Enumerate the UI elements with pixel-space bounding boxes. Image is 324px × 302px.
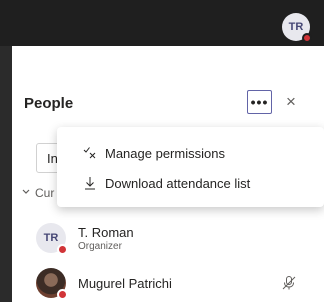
presence-busy-icon bbox=[57, 244, 68, 255]
menu-item-label: Manage permissions bbox=[105, 145, 225, 161]
user-avatar[interactable]: TR bbox=[282, 13, 312, 43]
more-options-button[interactable]: ••• bbox=[247, 90, 272, 114]
panel-title: People bbox=[24, 95, 74, 112]
participant-row[interactable]: TR T. Roman Organizer bbox=[36, 221, 134, 255]
participant-role: Organizer bbox=[78, 240, 122, 252]
mic-off-icon bbox=[281, 275, 297, 291]
menu-item-download-attendance[interactable]: Download attendance list bbox=[57, 168, 324, 198]
avatar: TR bbox=[36, 223, 68, 255]
presence-busy-icon bbox=[57, 289, 68, 300]
avatar-initials: TR bbox=[43, 232, 59, 244]
more-icon: ••• bbox=[250, 94, 269, 110]
section-header-current[interactable]: Cur bbox=[35, 186, 54, 200]
app-rail bbox=[0, 46, 12, 302]
participant-row[interactable]: Mugurel Patrichi bbox=[36, 266, 172, 300]
check-x-icon bbox=[83, 146, 97, 160]
participant-name: Mugurel Patrichi bbox=[78, 275, 172, 291]
chevron-down-icon[interactable] bbox=[22, 188, 30, 197]
user-avatar-initials: TR bbox=[288, 21, 304, 33]
download-icon bbox=[83, 176, 97, 190]
app-title-bar bbox=[0, 0, 324, 46]
more-options-menu: Manage permissions Download attendance l… bbox=[57, 127, 324, 207]
close-button[interactable]: × bbox=[283, 92, 299, 112]
presence-busy-icon bbox=[302, 33, 312, 43]
menu-item-manage-permissions[interactable]: Manage permissions bbox=[57, 138, 324, 168]
menu-item-label: Download attendance list bbox=[105, 175, 251, 191]
close-icon: × bbox=[286, 92, 296, 111]
avatar-photo bbox=[36, 268, 68, 300]
participant-name: T. Roman bbox=[78, 224, 134, 240]
